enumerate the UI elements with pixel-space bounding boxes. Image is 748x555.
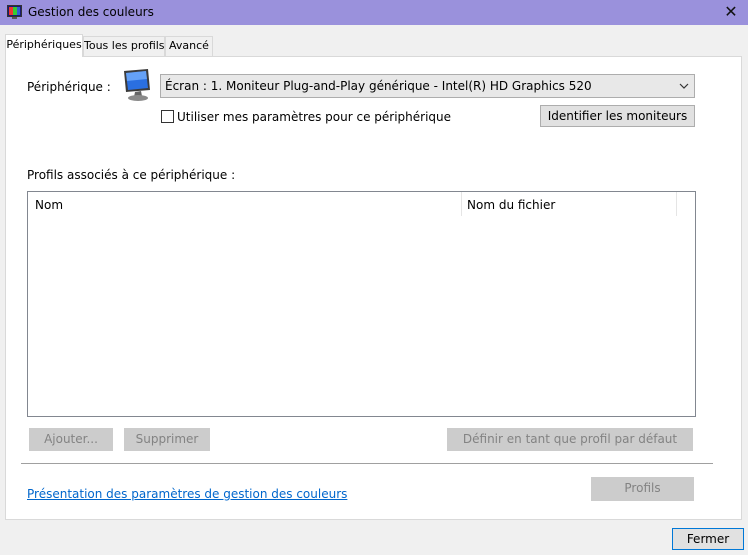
divider [21, 463, 713, 464]
identify-monitors-button[interactable]: Identifier les moniteurs [540, 105, 695, 127]
set-default-profile-button[interactable]: Définir en tant que profil par défaut [447, 428, 693, 451]
close-button[interactable]: Fermer [672, 528, 744, 550]
title-bar: Gestion des couleurs ✕ [0, 0, 748, 25]
tab-peripheriques[interactable]: Périphériques [5, 34, 83, 57]
profiles-button[interactable]: Profils [591, 477, 694, 501]
profiles-list[interactable]: Nom Nom du fichier [27, 191, 696, 417]
column-header-nom[interactable]: Nom [35, 198, 63, 213]
color-settings-overview-link[interactable]: Présentation des paramètres de gestion d… [27, 487, 347, 502]
close-window-button[interactable]: ✕ [714, 0, 748, 25]
color-management-icon [7, 5, 22, 19]
window-title: Gestion des couleurs [28, 5, 154, 19]
device-select-value: Écran : 1. Moniteur Plug-and-Play généri… [165, 79, 592, 93]
monitor-icon [124, 69, 150, 101]
column-separator[interactable] [461, 192, 462, 216]
column-header-nom-du-fichier[interactable]: Nom du fichier [467, 198, 555, 213]
use-my-settings-checkbox[interactable] [161, 110, 174, 123]
add-profile-button[interactable]: Ajouter... [29, 428, 113, 451]
device-select[interactable]: Écran : 1. Moniteur Plug-and-Play généri… [160, 74, 695, 98]
tab-avance[interactable]: Avancé [165, 36, 213, 56]
tab-tous-les-profils[interactable]: Tous les profils [83, 36, 165, 56]
use-my-settings-label[interactable]: Utiliser mes paramètres pour ce périphér… [177, 110, 451, 125]
column-separator[interactable] [676, 192, 677, 216]
profiles-section-label: Profils associés à ce périphérique : [27, 168, 236, 182]
chevron-down-icon [679, 83, 689, 89]
remove-profile-button[interactable]: Supprimer [124, 428, 210, 451]
device-label: Périphérique : [27, 80, 111, 94]
